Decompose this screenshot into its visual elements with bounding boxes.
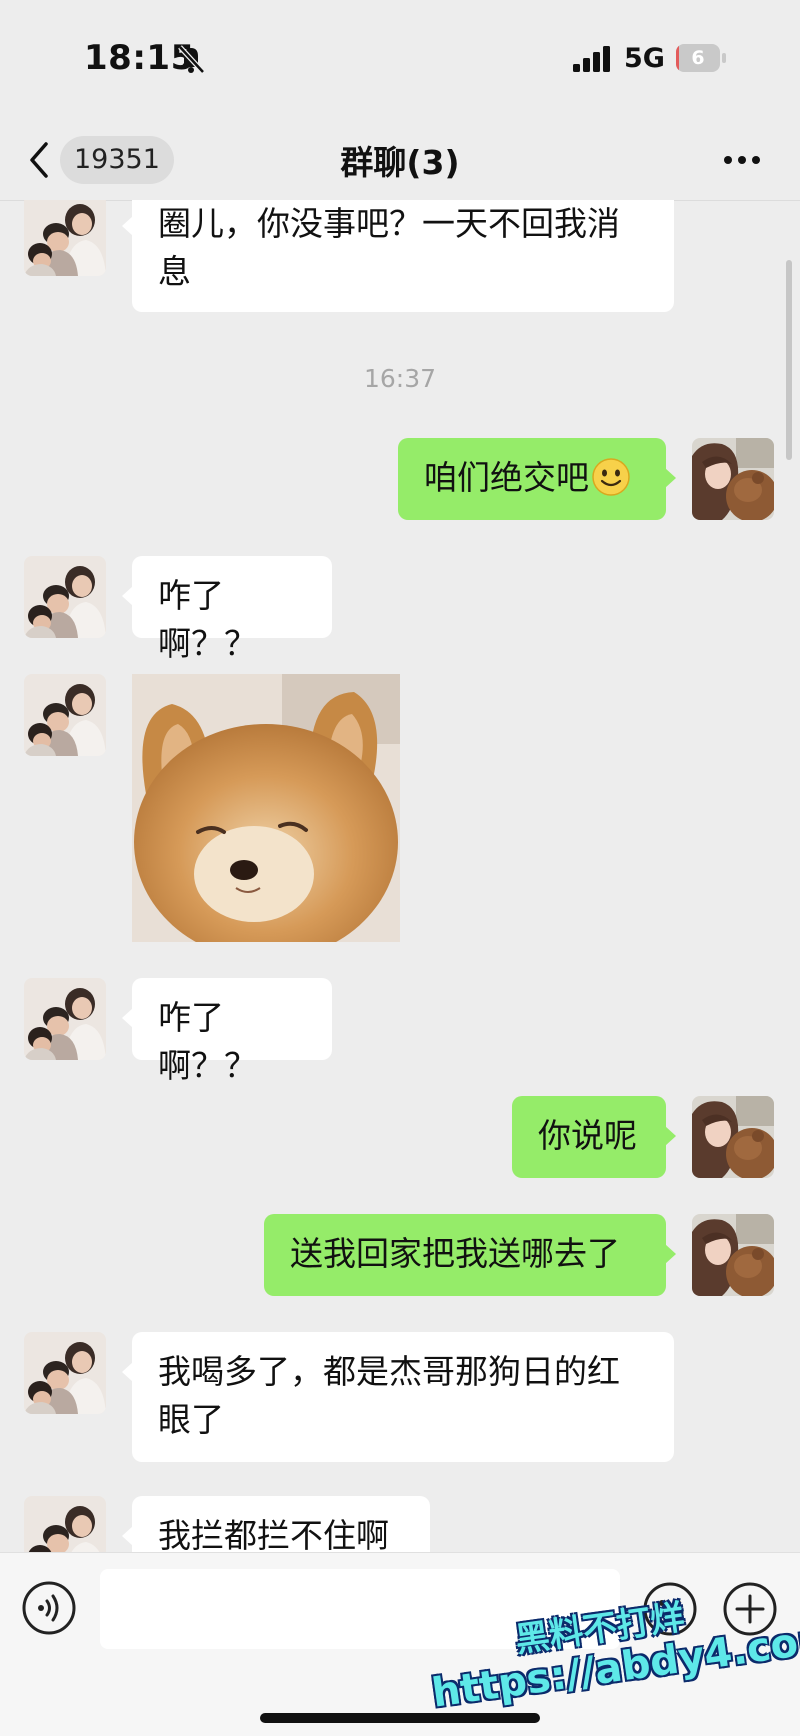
message-bubble-outgoing[interactable]: 你说呢 — [512, 1096, 676, 1178]
message-bubble-incoming[interactable]: 我喝多了，都是杰哥那狗日的红眼了 — [122, 1332, 674, 1462]
unread-count-badge: 19351 — [60, 136, 174, 184]
sender-avatar[interactable] — [24, 556, 106, 638]
status-bar: 18:15 5G 6 — [0, 0, 800, 118]
bell-slash-icon — [178, 45, 205, 74]
sender-avatar[interactable] — [24, 674, 106, 756]
battery-cap — [722, 53, 726, 63]
sender-avatar[interactable] — [24, 200, 106, 276]
pomeranian-dog-sticker[interactable] — [132, 674, 400, 942]
message-text: 咋了啊？？ — [158, 998, 257, 1085]
chat-screen: 18:15 5G 6 19351 群聊(3) 圈儿，你没事吧？一天不回我消息 1… — [0, 0, 800, 1736]
message-text: 咱们绝交吧 — [424, 458, 589, 497]
message-list[interactable]: 圈儿，你没事吧？一天不回我消息 16:37 咱们绝交吧 咋了啊？？ 咋了啊？？ … — [0, 200, 800, 1552]
nav-bar: 19351 群聊(3) — [0, 118, 800, 201]
message-bubble-incoming[interactable]: 我拦都拦不住啊 — [122, 1496, 430, 1552]
message-input[interactable] — [100, 1569, 620, 1649]
message-text: 你说呢 — [538, 1116, 637, 1155]
voice-input-icon[interactable] — [22, 1581, 76, 1635]
battery-indicator: 6 — [676, 44, 728, 72]
scrollbar[interactable] — [786, 260, 792, 460]
network-type: 5G — [624, 43, 665, 74]
sender-avatar[interactable] — [24, 1496, 106, 1552]
plus-circle-icon[interactable] — [722, 1581, 778, 1637]
message-text: 送我回家把我送哪去了 — [290, 1234, 620, 1273]
cellular-signal-icon — [573, 46, 610, 72]
message-bubble-incoming[interactable]: 咋了啊？？ — [122, 556, 332, 663]
message-bubble-incoming[interactable]: 咋了啊？？ — [122, 978, 332, 1085]
input-bar — [0, 1552, 800, 1736]
message-text: 我喝多了，都是杰哥那狗日的红眼了 — [158, 1352, 620, 1439]
message-text: 咋了啊？？ — [158, 576, 257, 663]
battery-level: 6 — [691, 47, 705, 69]
my-avatar[interactable] — [692, 1214, 774, 1296]
smile-emoji-icon — [592, 458, 630, 496]
message-timestamp: 16:37 — [363, 364, 437, 393]
chevron-left-icon — [30, 142, 48, 178]
message-bubble-incoming[interactable]: 圈儿，你没事吧？一天不回我消息 — [122, 200, 674, 312]
my-avatar[interactable] — [692, 438, 774, 520]
more-options-button[interactable] — [718, 144, 766, 176]
back-button[interactable]: 19351 — [26, 132, 174, 188]
sender-avatar[interactable] — [24, 978, 106, 1060]
message-text: 我拦都拦不住啊 — [158, 1516, 389, 1552]
message-bubble-outgoing[interactable]: 送我回家把我送哪去了 — [264, 1214, 676, 1296]
my-avatar[interactable] — [692, 1096, 774, 1178]
home-indicator[interactable] — [260, 1713, 540, 1723]
message-text: 圈儿，你没事吧？一天不回我消息 — [158, 204, 620, 291]
sender-avatar[interactable] — [24, 1332, 106, 1414]
emoji-face-icon[interactable] — [642, 1581, 698, 1637]
message-bubble-outgoing[interactable]: 咱们绝交吧 — [398, 438, 676, 520]
